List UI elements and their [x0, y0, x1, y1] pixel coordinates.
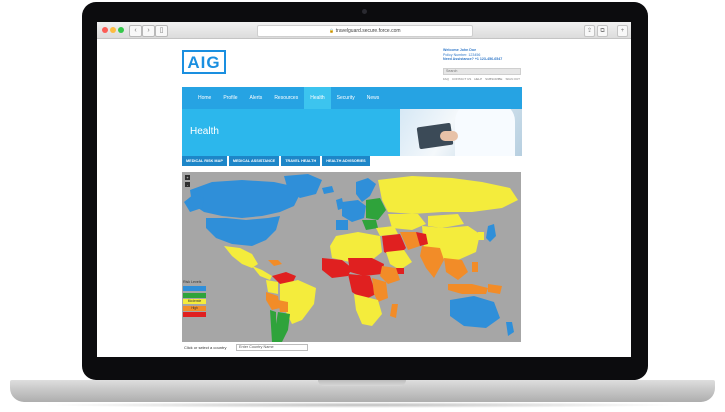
section-tabs: MEDICAL RISK MAP MEDICAL ASSISTANCE TRAV… [182, 156, 522, 166]
map-region-russia [378, 176, 518, 214]
browser-window: ‹ › ▯ 🔒 travelguard.secure.force.com ⇪ ⧉… [97, 22, 631, 357]
map-region-mexico [224, 246, 258, 268]
map-region-canada [190, 180, 300, 218]
nav-item-resources[interactable]: Resources [268, 87, 304, 109]
legend-swatch-high: High [183, 305, 206, 311]
legend-title: Risk Levels [183, 280, 202, 284]
country-lookup: Click or select a country Enter Country … [182, 344, 382, 352]
map-region-uk [336, 198, 344, 210]
assistance-label: Need Assistance? [443, 57, 474, 62]
nav-item-news[interactable]: News [361, 87, 386, 109]
map-region-turkey [376, 226, 398, 236]
map-region-colombia [266, 280, 278, 294]
legend-swatch-level-1 [183, 286, 206, 291]
web-page: AIG Welcome John Doe Policy Number: 1234… [182, 46, 522, 357]
map-region-argentina [276, 312, 290, 342]
browser-toolbar: ‹ › ▯ 🔒 travelguard.secure.force.com ⇪ ⧉… [97, 22, 631, 39]
utility-link[interactable]: SUBSCRIBE [485, 77, 502, 81]
zoom-out-button[interactable]: - [185, 182, 190, 187]
map-region-arabia [386, 250, 412, 270]
main-navigation: Home Profile Alerts Resources Health Sec… [182, 87, 522, 109]
search-input[interactable]: Search [443, 68, 521, 75]
sidebar-toggle-icon[interactable]: ▯ [155, 25, 168, 37]
doctor-photo [400, 109, 522, 156]
map-region-iberia [336, 220, 348, 230]
map-region-japan [486, 224, 496, 242]
country-lookup-label: Click or select a country [184, 345, 227, 350]
maximize-window-button[interactable] [118, 27, 124, 33]
map-region-balkans [362, 220, 378, 230]
country-search-input[interactable]: Enter Country Name [236, 344, 308, 351]
tab-travel-health[interactable]: TRAVEL HEALTH [281, 156, 321, 166]
map-region-new-zealand [506, 322, 514, 336]
nav-item-health[interactable]: Health [304, 87, 331, 109]
doctor-coat [455, 109, 515, 156]
close-window-button[interactable] [102, 27, 108, 33]
map-region-scandinavia [356, 178, 376, 202]
zoom-in-button[interactable]: + [185, 175, 190, 180]
utility-link[interactable]: CONTACT US [452, 77, 471, 81]
utility-link[interactable]: SIGN OUT [505, 77, 520, 81]
risk-map[interactable]: + - Risk Levels Moderate High [182, 172, 521, 342]
tab-medical-assistance[interactable]: MEDICAL ASSISTANCE [228, 156, 280, 166]
tab-medical-risk-map[interactable]: MEDICAL RISK MAP [182, 156, 227, 166]
minimize-window-button[interactable] [110, 27, 116, 33]
map-region-chile [270, 310, 276, 342]
aig-logo[interactable]: AIG [182, 50, 226, 74]
share-icon[interactable]: ⇪ [584, 25, 595, 37]
map-region-india [420, 246, 444, 278]
map-region-papua [488, 284, 502, 294]
laptop-notch [318, 380, 406, 386]
nav-item-profile[interactable]: Profile [217, 87, 243, 109]
map-region-madagascar [390, 304, 398, 318]
address-bar-url: travelguard.secure.force.com [335, 28, 401, 34]
nav-item-security[interactable]: Security [331, 87, 361, 109]
risk-legend: Risk Levels Moderate High [183, 280, 213, 319]
utility-link[interactable]: FAQ [443, 77, 449, 81]
map-region-indonesia [448, 284, 488, 294]
new-tab-button[interactable]: + [617, 25, 628, 37]
map-region-western-europe [342, 200, 366, 222]
nav-item-alerts[interactable]: Alerts [244, 87, 269, 109]
utility-link[interactable]: HELP [474, 77, 482, 81]
map-region-iceland [322, 186, 334, 194]
legend-swatch-level-2 [183, 292, 206, 298]
page-title: Health [190, 126, 219, 137]
map-region-sahel [348, 258, 384, 276]
legend-swatch-level-5 [183, 312, 206, 317]
utility-links: FAQ CONTACT US HELP SUBSCRIBE SIGN OUT [443, 77, 523, 81]
lock-icon: 🔒 [329, 28, 335, 33]
world-map[interactable] [182, 172, 521, 342]
camera-icon [362, 9, 367, 14]
doctor-hand [440, 131, 458, 141]
map-region-peru [266, 292, 280, 310]
map-region-bolivia [278, 300, 288, 312]
tab-health-advisories[interactable]: HEALTH ADVISORIES [322, 156, 370, 166]
legend-swatch-moderate: Moderate [183, 299, 206, 304]
map-region-mongolia [428, 214, 464, 228]
map-region-caribbean [268, 260, 282, 266]
laptop-shadow [40, 402, 685, 408]
hero-banner: Health [182, 109, 522, 156]
map-region-philippines [472, 262, 478, 272]
map-region-southeast-asia [444, 258, 468, 280]
back-button[interactable]: ‹ [129, 25, 142, 37]
nav-item-home[interactable]: Home [192, 87, 217, 109]
map-region-australia [450, 296, 500, 328]
forward-button[interactable]: › [142, 25, 155, 37]
assistance-phone[interactable]: +1 123-456-6547 [475, 57, 502, 61]
address-bar[interactable]: 🔒 travelguard.secure.force.com [257, 25, 473, 37]
tabs-overview-icon[interactable]: ⧉ [597, 25, 608, 37]
account-info: Welcome John Doe Policy Number: 123456 N… [443, 48, 521, 62]
map-region-central-america [252, 266, 272, 280]
map-region-korea [478, 232, 484, 240]
map-region-north-africa [330, 232, 382, 262]
map-region-usa [206, 216, 280, 246]
